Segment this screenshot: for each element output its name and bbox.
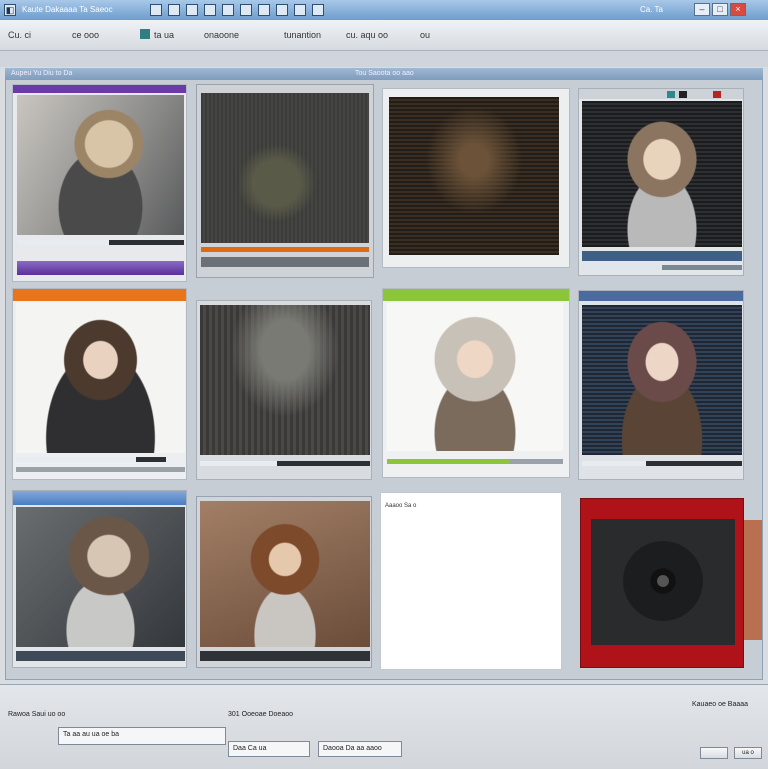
progress-bar: [582, 461, 742, 466]
bottom-mid-label: 301 Ooeoae Doeaoo: [228, 711, 293, 718]
toolbar-item[interactable]: Cu. ci: [8, 20, 31, 50]
toolbar-icon[interactable]: [713, 91, 721, 98]
progress-bar: [16, 457, 166, 462]
secondary-button[interactable]: [700, 747, 728, 759]
window-title: Kaute Dakaaaa Ta Saeoc: [22, 5, 113, 14]
primary-button[interactable]: ua o: [734, 747, 762, 759]
thumbnail-tile[interactable]: [196, 496, 372, 668]
tile-caption: Aaaoo Sa o: [385, 503, 417, 509]
toolbar-item[interactable]: tunantion: [284, 20, 321, 50]
toolbar-icon[interactable]: [186, 4, 198, 16]
dark-image: [389, 97, 559, 255]
thumbnail-tile[interactable]: [196, 300, 372, 480]
bottom-right-label: Kauaeo oe Baaaa: [692, 701, 749, 708]
input-field[interactable]: Daa Ca ua: [228, 741, 310, 757]
app-icon[interactable]: ◧: [4, 4, 16, 16]
dark-image: [200, 305, 370, 455]
portrait-image: [16, 303, 185, 453]
toolbar-icon[interactable]: [312, 4, 324, 16]
disc-icon: [623, 541, 703, 621]
thumbnail-tile[interactable]: [12, 288, 187, 480]
input-field[interactable]: Daooa Da aa aaoo: [318, 741, 402, 757]
tile-footer: [582, 251, 742, 261]
toolbar: Cu. ci ce ooo ta ua onaoone tunantion cu…: [0, 20, 768, 51]
toolbar-item[interactable]: ce ooo: [72, 20, 99, 50]
thumbnail-tile[interactable]: [382, 288, 570, 478]
progress-bar: [17, 240, 184, 245]
toolbar-icon[interactable]: [204, 4, 216, 16]
bottom-left-label: Rawoa Saui uo oo: [8, 711, 66, 718]
media-player-area: [591, 519, 735, 645]
input-field[interactable]: Ta aa au ua oe ba: [58, 727, 226, 745]
toolbar-item[interactable]: ta ua: [154, 20, 174, 50]
toolbar-separator: [0, 51, 768, 67]
progress-bar: [201, 247, 369, 252]
portrait-image: [17, 95, 184, 235]
progress-bar: [582, 265, 742, 270]
portrait-image: [200, 501, 370, 647]
portrait-image: [387, 303, 563, 451]
panel-header-left: Aupeu Yu Diu to Da: [11, 70, 73, 77]
title-bar: ◧ Kaute Dakaaaa Ta Saeoc Ca. Ta – □ ×: [0, 0, 768, 21]
toolbar-icon[interactable]: [294, 4, 306, 16]
panel-header: Aupeu Yu Diu to Da Tou Saoota oo aao: [5, 68, 763, 80]
progress-bar: [200, 461, 370, 466]
thumbnail-tile[interactable]: [580, 498, 744, 668]
toolbar-icon[interactable]: [276, 4, 288, 16]
thumbnail-tile[interactable]: Aaaoo Sa o: [380, 492, 562, 670]
dark-image: [201, 93, 369, 243]
tile-footer: [201, 257, 369, 267]
status-bar: Rawoa Saui uo oo 301 Ooeoae Doeaoo Kauae…: [0, 684, 768, 769]
portrait-image: [582, 101, 742, 247]
thumbnail-tile[interactable]: [382, 88, 570, 268]
tile-footer: [17, 261, 184, 275]
toolbar-icon[interactable]: [240, 4, 252, 16]
toolbar-icon[interactable]: [667, 91, 675, 98]
thumbnail-tile[interactable]: [12, 490, 187, 668]
toolbar-icon[interactable]: [222, 4, 234, 16]
title-right-text: Ca. Ta: [640, 5, 663, 14]
tile-footer: [200, 651, 370, 661]
tile-footer: [16, 651, 185, 661]
progress-bar: [16, 467, 185, 472]
minimize-icon[interactable]: –: [694, 3, 710, 16]
thumbnail-tile[interactable]: [196, 84, 374, 278]
progress-bar: [387, 459, 563, 464]
tile-accent-band: [13, 289, 186, 301]
edge-strip: [744, 520, 762, 640]
maximize-icon[interactable]: □: [712, 3, 728, 16]
panel-header-right: Tou Saoota oo aao: [355, 70, 414, 77]
toolbar-item[interactable]: cu. aqu oo: [346, 20, 388, 50]
toolbar-icon[interactable]: [140, 29, 150, 39]
tile-accent-band: [13, 85, 186, 93]
tile-accent-band: [383, 289, 569, 301]
toolbar-item[interactable]: onaoone: [204, 20, 239, 50]
thumbnail-tile[interactable]: [578, 88, 744, 276]
tile-accent-band: [13, 491, 186, 505]
close-icon[interactable]: ×: [730, 3, 746, 16]
portrait-image: [16, 507, 185, 647]
toolbar-icon[interactable]: [258, 4, 270, 16]
toolbar-icon[interactable]: [679, 91, 687, 98]
portrait-image: [582, 305, 742, 455]
toolbar-icon[interactable]: [168, 4, 180, 16]
tile-accent-band: [579, 291, 743, 301]
thumbnail-tile[interactable]: [12, 84, 187, 282]
thumbnail-tile[interactable]: [578, 290, 744, 480]
toolbar-item[interactable]: ou: [420, 20, 430, 50]
toolbar-icon[interactable]: [150, 4, 162, 16]
